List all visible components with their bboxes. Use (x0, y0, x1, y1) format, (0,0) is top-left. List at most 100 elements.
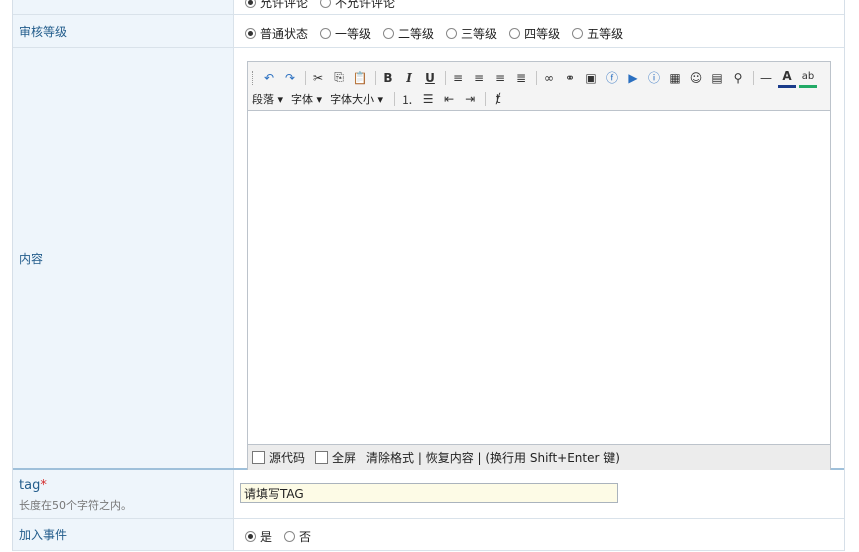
event-option-label: 否 (299, 530, 312, 544)
emoticon-icon[interactable]: ☺ (687, 69, 705, 87)
review-level-radio[interactable] (572, 28, 584, 39)
page-icon[interactable]: ▤ (708, 69, 726, 87)
align-center-icon[interactable]: ≡ (470, 69, 488, 87)
review-level-option-label: 三等级 (461, 27, 498, 41)
chevron-down-icon: ▾ (274, 93, 284, 106)
comment-option[interactable]: 不允许评论 (320, 0, 395, 11)
required-mark: * (40, 478, 47, 493)
event-radio-group: 是否 (245, 528, 323, 545)
content-field: ↶ ↷ ✂ ⎘ 📋 B I U ≡ ≡ ≡ ≣ ∞ ⚭ ▣ ⓕ ▶ ⓘ ▦ ☺ ▤ ⚲ — Aab 段落 ▾ 字体 ▾ 字体大小 … (234, 48, 844, 471)
toolbar-dropdown[interactable]: 字体 ▾ (291, 91, 322, 107)
source-code-toggle[interactable]: 源代码 (252, 449, 305, 466)
tag-label-wrap: tag* (19, 478, 47, 493)
content-label-cell: 内容 (13, 48, 234, 468)
find-icon[interactable]: ⚲ (729, 69, 747, 87)
review-level-field: 普通状态 一等级 二等级 三等级 四等级 五等级 (234, 15, 844, 47)
comment-option-label: 不允许评论 (335, 0, 396, 10)
review-level-radio[interactable] (320, 28, 332, 39)
event-radio[interactable] (245, 531, 256, 542)
outdent-icon[interactable]: ⇤ (440, 90, 458, 108)
editor-toolbar-row-1: ↶ ↷ ✂ ⎘ 📋 B I U ≡ ≡ ≡ ≣ ∞ ⚭ ▣ ⓕ ▶ ⓘ ▦ ☺ ▤ ⚲ — Aab (252, 67, 820, 88)
event-option[interactable]: 否 (284, 528, 311, 545)
event-option[interactable]: 是 (245, 528, 272, 545)
underline-icon[interactable]: U (421, 69, 439, 87)
review-level-option-label: 二等级 (398, 27, 435, 41)
event-radio[interactable] (284, 531, 296, 542)
italic-icon[interactable]: I (400, 69, 418, 87)
article-form: 允许评论 不允许评论 审核等级 普通状态 一等级 二等级 三等级 四等级 五等级 内容 ↶ ↷… (12, 0, 845, 551)
font-color-icon[interactable]: A (778, 67, 796, 88)
tag-hint: 长度在50个字符之内。 (19, 499, 132, 512)
link-icon[interactable]: ∞ (540, 69, 558, 87)
tag-row: tag* 长度在50个字符之内。 (13, 470, 844, 519)
review-level-option[interactable]: 一等级 (320, 25, 371, 42)
review-level-option[interactable]: 四等级 (509, 25, 560, 42)
undo-icon[interactable]: ↶ (260, 69, 278, 87)
unordered-list-icon[interactable]: ☰ (419, 90, 437, 108)
event-field: 是否 (234, 519, 844, 550)
fullscreen-checkbox[interactable] (315, 451, 329, 464)
event-row: 加入事件 是否 (13, 519, 844, 551)
review-level-option[interactable]: 普通状态 (245, 25, 308, 42)
review-level-option-label: 四等级 (524, 27, 561, 41)
review-level-radio[interactable] (509, 28, 521, 39)
review-level-radio[interactable] (446, 28, 458, 39)
info-icon[interactable]: ⓘ (645, 69, 663, 87)
toolbar-separator (375, 70, 376, 85)
align-right-icon[interactable]: ≡ (491, 69, 509, 87)
toolbar-dropdown[interactable]: 段落 ▾ (252, 91, 283, 107)
toolbar-grip (252, 70, 256, 85)
toolbar-dropdown[interactable]: 字体大小 ▾ (330, 91, 383, 107)
review-level-option-label: 五等级 (587, 27, 624, 41)
bold-icon[interactable]: B (379, 69, 397, 87)
toolbar-separator (305, 70, 306, 85)
fullscreen-toggle[interactable]: 全屏 (315, 449, 356, 466)
ordered-list-icon[interactable]: ⒈ (398, 90, 416, 108)
tag-input[interactable] (240, 483, 618, 503)
comment-radio[interactable] (245, 0, 256, 8)
review-level-radio[interactable] (383, 28, 395, 39)
fullscreen-label: 全屏 (332, 451, 357, 465)
review-level-option[interactable]: 三等级 (446, 25, 497, 42)
editor-status-actions[interactable]: 清除格式 | 恢复内容 | (换行用 Shift+Enter 键) (366, 449, 620, 466)
highlight-icon[interactable]: ab (799, 67, 817, 88)
review-level-label-cell: 审核等级 (13, 15, 234, 47)
comment-radio[interactable] (320, 0, 332, 8)
image-icon[interactable]: ▣ (582, 69, 600, 87)
paste-icon[interactable]: 📋 (351, 69, 369, 87)
toolbar-dropdown-label: 段落 (252, 93, 274, 106)
chevron-down-icon: ▾ (374, 93, 384, 106)
review-level-option[interactable]: 二等级 (383, 25, 434, 42)
comment-option[interactable]: 允许评论 (245, 0, 308, 11)
editor-toolbar: ↶ ↷ ✂ ⎘ 📋 B I U ≡ ≡ ≡ ≣ ∞ ⚭ ▣ ⓕ ▶ ⓘ ▦ ☺ ▤ ⚲ — Aab 段落 ▾ 字体 ▾ 字体大小 … (248, 62, 830, 111)
toolbar-separator (485, 92, 487, 106)
comment-radio-group: 允许评论 不允许评论 (245, 0, 407, 11)
align-justify-icon[interactable]: ≣ (512, 69, 530, 87)
copy-icon[interactable]: ⎘ (330, 69, 348, 87)
unlink-icon[interactable]: ⚭ (561, 69, 579, 87)
review-level-option[interactable]: 五等级 (572, 25, 623, 42)
media-icon[interactable]: ▶ (624, 69, 642, 87)
event-option-label: 是 (260, 530, 273, 544)
cut-icon[interactable]: ✂ (309, 69, 327, 87)
horizontal-rule-icon[interactable]: — (757, 69, 775, 87)
comment-option-label: 允许评论 (260, 0, 309, 10)
align-left-icon[interactable]: ≡ (449, 69, 467, 87)
review-level-radio-group: 普通状态 一等级 二等级 三等级 四等级 五等级 (245, 25, 635, 42)
comment-label-cell (13, 0, 234, 14)
review-level-row: 审核等级 普通状态 一等级 二等级 三等级 四等级 五等级 (13, 15, 844, 48)
source-code-checkbox[interactable] (252, 451, 265, 464)
content-row: 内容 ↶ ↷ ✂ ⎘ 📋 B I U ≡ ≡ ≡ ≣ ∞ ⚭ ▣ ⓕ ▶ ⓘ ▦ ☺ ▤ ⚲ — Aab 段落 ▾ 字体 ▾ 字体… (13, 48, 844, 471)
event-label: 加入事件 (19, 528, 68, 542)
review-level-radio[interactable] (245, 28, 256, 39)
tag-field (234, 470, 844, 518)
table-icon[interactable]: ▦ (666, 69, 684, 87)
event-label-cell: 加入事件 (13, 519, 234, 550)
editor-content-area[interactable] (248, 111, 830, 444)
redo-icon[interactable]: ↷ (281, 69, 299, 87)
toolbar-dropdown-label: 字体 (291, 93, 314, 106)
toolbar-separator (753, 70, 754, 85)
indent-icon[interactable]: ⇥ (461, 90, 479, 108)
flash-icon[interactable]: ⓕ (603, 69, 621, 87)
clear-format-icon[interactable]: ⱦ (489, 90, 507, 108)
